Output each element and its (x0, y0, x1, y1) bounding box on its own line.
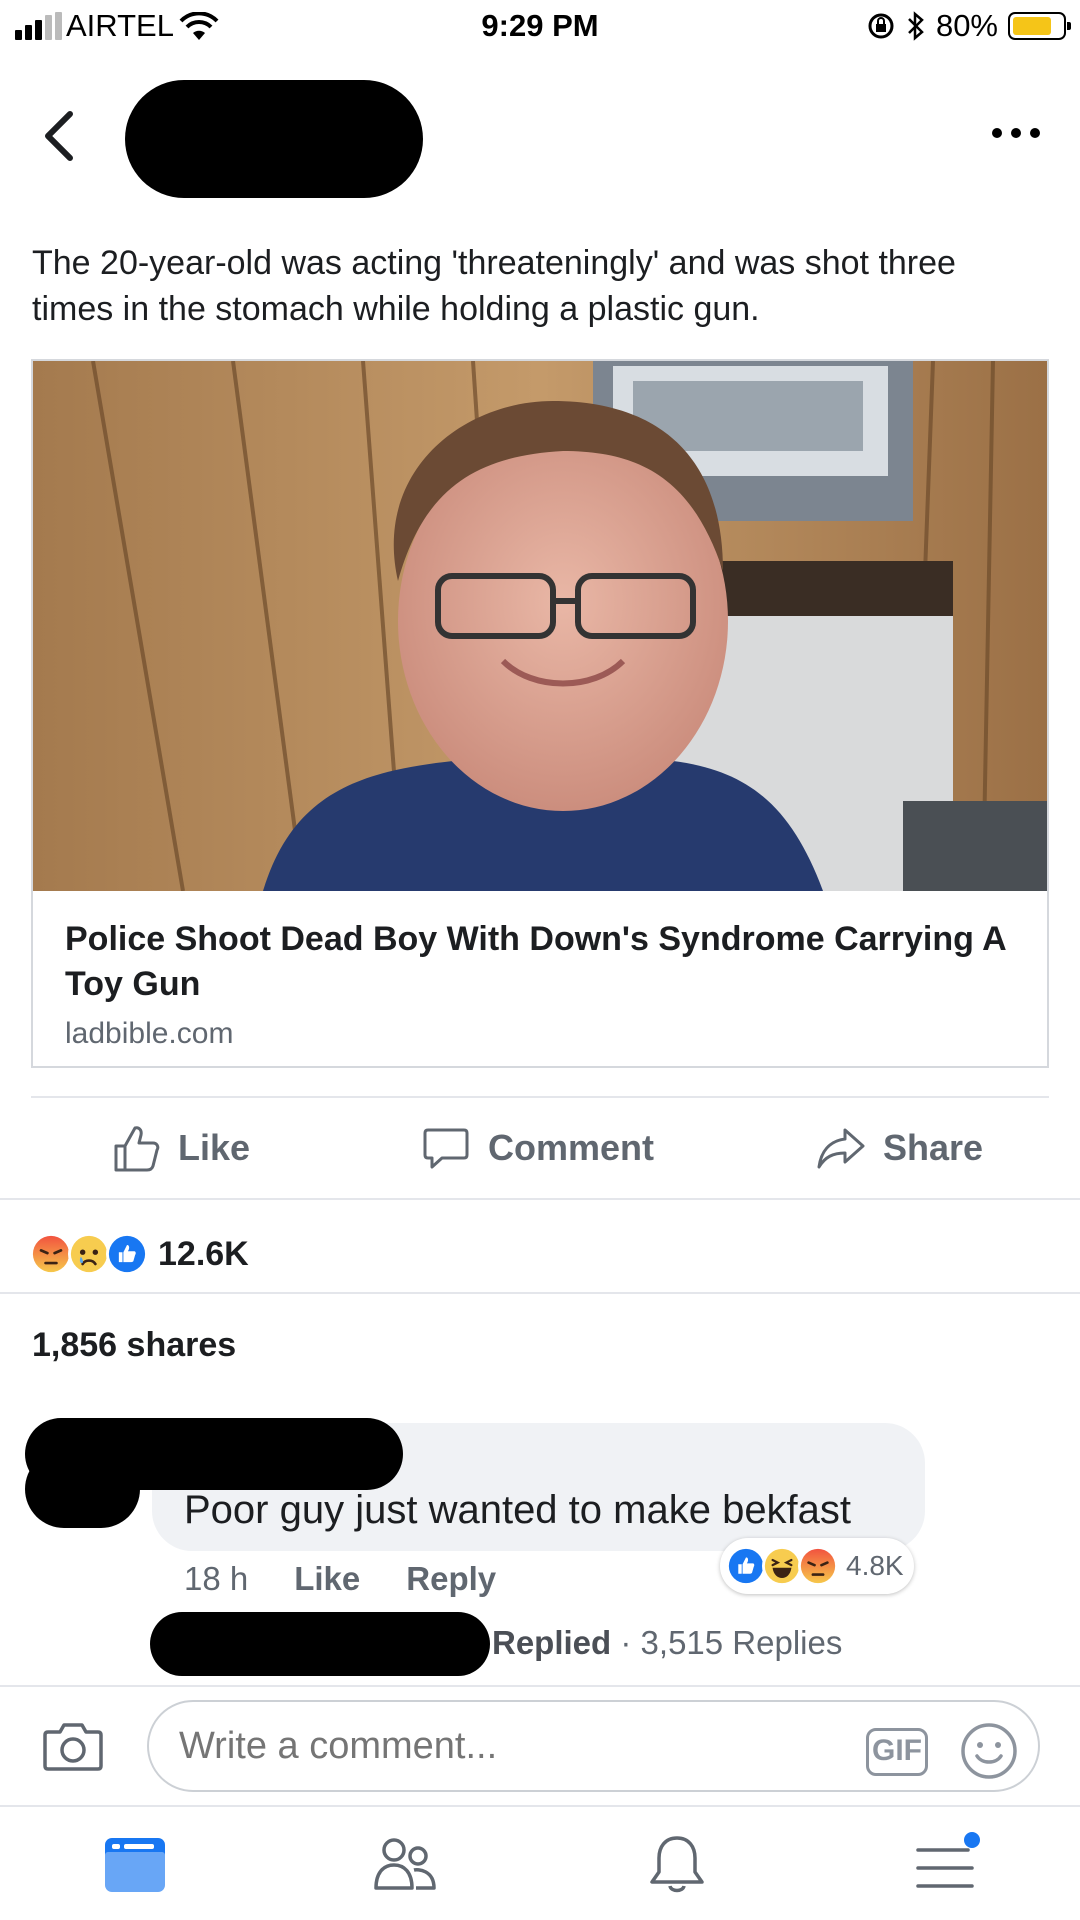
redacted-replier-name (150, 1612, 490, 1676)
like-label: Like (178, 1127, 251, 1168)
comment-label: Comment (488, 1127, 655, 1168)
divider (0, 1685, 1080, 1687)
share-button[interactable]: Share (815, 1108, 983, 1188)
comment-meta: 18 h Like Reply (184, 1560, 496, 1598)
angry-reaction-icon (798, 1546, 838, 1586)
redacted-page-name (125, 80, 423, 198)
post-text: The 20-year-old was acting 'threateningl… (32, 244, 956, 328)
link-preview-card[interactable]: Police Shoot Dead Boy With Down's Syndro… (31, 359, 1049, 1068)
share-label: Share (883, 1127, 984, 1168)
angry-reaction-icon (30, 1233, 72, 1275)
separator: · (620, 1624, 632, 1661)
post-actions: Like Comment Share (0, 1108, 1080, 1188)
more-horizontal-icon[interactable] (992, 128, 1040, 142)
bell-icon (650, 1836, 704, 1893)
comment-reactions[interactable]: 4.8K (720, 1538, 914, 1594)
divider (0, 1805, 1080, 1807)
menu-icon (916, 1832, 980, 1888)
like-reaction-icon (106, 1233, 148, 1275)
bluetooth-icon (908, 11, 924, 41)
redacted-commenter-avatar (25, 1450, 140, 1528)
comment-reaction-count: 4.8K (846, 1550, 904, 1581)
comment-icon (423, 1128, 469, 1169)
news-feed-icon (105, 1838, 165, 1892)
friends-icon (374, 1838, 436, 1890)
reactions-summary[interactable]: 12.6K (30, 1232, 249, 1276)
comment-time: 18 h (184, 1560, 249, 1597)
like-reaction-icon (726, 1546, 766, 1586)
notification-dot (964, 1832, 980, 1848)
view-replies-link[interactable]: Replied · 3,515 Replies (492, 1624, 842, 1662)
comment-reply-button[interactable]: Reply (406, 1560, 496, 1598)
gif-button[interactable]: GIF (866, 1728, 928, 1776)
replies-count: 3,515 Replies (640, 1624, 843, 1661)
comment-like-button[interactable]: Like (294, 1560, 360, 1598)
battery-icon (1008, 12, 1071, 40)
tab-friends[interactable] (370, 1830, 440, 1900)
comment-text: Poor guy just wanted to make bekfast (184, 1488, 852, 1532)
reaction-count: 12.6K (158, 1234, 249, 1273)
tab-notifications[interactable] (642, 1830, 712, 1900)
tab-news-feed[interactable] (100, 1830, 170, 1900)
haha-reaction-icon (762, 1546, 802, 1586)
divider (0, 1198, 1080, 1200)
tab-menu[interactable] (910, 1830, 980, 1900)
emoji-icon[interactable] (960, 1722, 1018, 1780)
link-preview-image[interactable] (33, 361, 1047, 891)
comment-button[interactable]: Comment (420, 1108, 654, 1188)
shares-count[interactable]: 1,856 shares (32, 1326, 236, 1365)
chevron-left-icon[interactable] (40, 110, 80, 162)
orientation-lock-icon (868, 13, 894, 39)
replied-label: Replied (492, 1624, 612, 1661)
battery-percent: 80% (935, 8, 998, 43)
thumbs-up-icon (114, 1126, 160, 1172)
link-domain: ladbible.com (65, 1017, 234, 1050)
divider (0, 1292, 1080, 1294)
sad-reaction-icon (68, 1233, 110, 1275)
share-icon (817, 1128, 865, 1169)
status-bar: AIRTEL 9:29 PM 80% (0, 0, 1080, 54)
camera-icon[interactable] (42, 1720, 104, 1772)
like-button[interactable]: Like (110, 1108, 250, 1188)
divider (31, 1096, 1049, 1098)
link-title[interactable]: Police Shoot Dead Boy With Down's Syndro… (65, 917, 1015, 1007)
